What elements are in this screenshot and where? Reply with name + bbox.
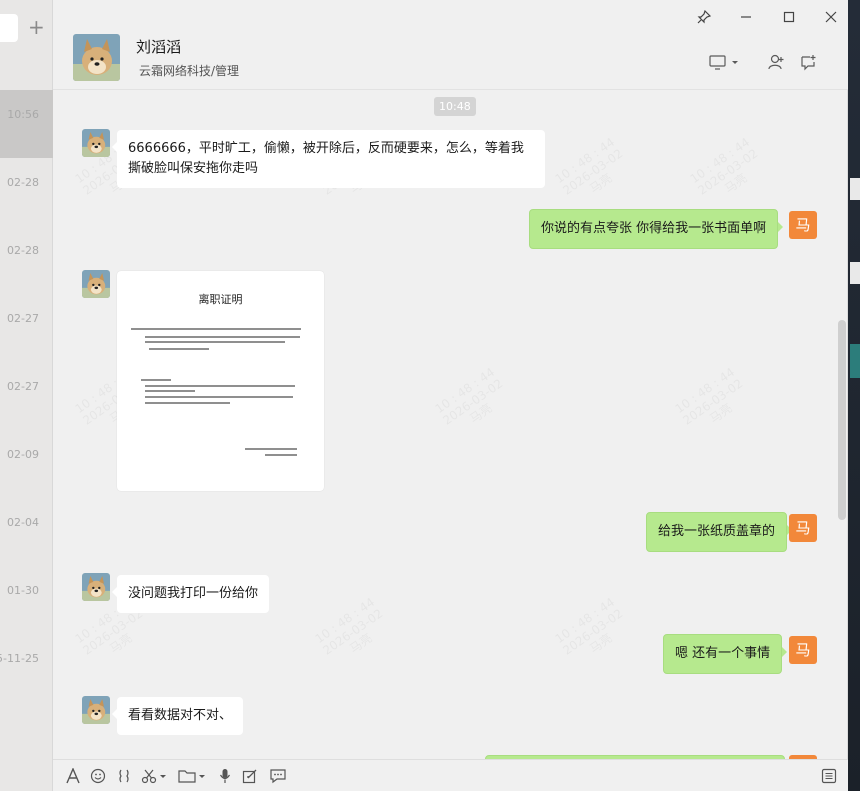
- new-chat-icon[interactable]: [796, 50, 820, 74]
- add-contact-icon[interactable]: [764, 50, 788, 74]
- contact-avatar[interactable]: [82, 573, 110, 601]
- self-avatar[interactable]: 马: [789, 636, 817, 664]
- pin-icon[interactable]: [689, 6, 719, 28]
- add-button[interactable]: +: [28, 14, 45, 40]
- input-toolbar: [53, 759, 848, 791]
- watermark: 10 : 48 : 442026-03-02马亮: [672, 365, 753, 439]
- document-image[interactable]: 离职证明: [117, 271, 324, 491]
- screen-share-icon[interactable]: [707, 50, 743, 74]
- close-icon[interactable]: [816, 6, 846, 28]
- contact-subtitle: 云霜网络科技/管理: [139, 64, 240, 78]
- conversation-time: 25-11-25: [0, 652, 39, 665]
- conversation-item[interactable]: 10:56: [0, 90, 53, 158]
- folder-icon[interactable]: [176, 765, 208, 787]
- edit-icon[interactable]: [240, 765, 260, 787]
- chat-history-icon[interactable]: [267, 765, 289, 787]
- message-bubble[interactable]: 没问题我打印一份给你: [111, 575, 270, 613]
- message-list[interactable]: 10 : 48 : 442026-03-02马亮 10 : 48 : 44202…: [53, 91, 848, 759]
- conversation-item[interactable]: 02-27: [0, 294, 53, 362]
- scissors-icon[interactable]: [140, 765, 170, 787]
- conversation-time: 02-04: [7, 516, 39, 529]
- watermark: 10 : 48 : 442026-03-02马亮: [312, 595, 393, 669]
- conversation-list: + 10:56 02-28 02-28 02-27 02-27 02-09 02…: [0, 0, 53, 791]
- message-bubble[interactable]: 给我一张纸质盖章的: [646, 512, 793, 552]
- conversation-time: 01-30: [7, 584, 39, 597]
- watermark: 10 : 48 : 442026-03-02马亮: [432, 365, 513, 439]
- minimize-icon[interactable]: [731, 6, 761, 28]
- self-avatar[interactable]: 马: [789, 211, 817, 239]
- conversation-time: 10:56: [7, 108, 39, 121]
- conversation-time: 02-27: [7, 312, 39, 325]
- conversation-item[interactable]: 02-27: [0, 362, 53, 430]
- conversation-item[interactable]: 01-30: [0, 566, 53, 634]
- desktop-background: [848, 0, 860, 791]
- menu-icon[interactable]: [819, 765, 839, 787]
- mic-icon[interactable]: [216, 765, 234, 787]
- desktop-icon: [850, 262, 860, 284]
- watermark: 10 : 48 : 442026-03-02马亮: [687, 135, 768, 209]
- contact-avatar[interactable]: [73, 34, 120, 81]
- search-input[interactable]: [0, 14, 18, 42]
- message-bubble[interactable]: 看看数据对不对、: [111, 697, 244, 735]
- font-icon[interactable]: [63, 765, 83, 787]
- watermark: 10 : 48 : 442026-03-02马亮: [552, 595, 633, 669]
- contact-name[interactable]: 刘滔滔: [136, 36, 181, 57]
- desktop-icon: [850, 178, 860, 200]
- chat-header: 刘滔滔 云霜网络科技/管理: [53, 0, 848, 90]
- scrollbar[interactable]: [838, 320, 846, 520]
- contact-avatar[interactable]: [82, 129, 110, 157]
- conversation-time: 02-09: [7, 448, 39, 461]
- conversation-item[interactable]: 02-04: [0, 498, 53, 566]
- conversation-time: 02-28: [7, 244, 39, 257]
- contact-avatar[interactable]: [82, 270, 110, 298]
- self-avatar[interactable]: 马: [789, 514, 817, 542]
- time-separator: 10:48: [434, 97, 476, 116]
- quote-icon[interactable]: [115, 765, 133, 787]
- contact-avatar[interactable]: [82, 696, 110, 724]
- conversation-item[interactable]: 02-28: [0, 226, 53, 294]
- emoji-icon[interactable]: [88, 765, 108, 787]
- conversation-item[interactable]: 25-11-25: [0, 634, 53, 702]
- conversation-item[interactable]: 02-09: [0, 430, 53, 498]
- message-bubble[interactable]: 嗯 还有一个事情: [663, 634, 788, 674]
- conversation-item[interactable]: 02-28: [0, 158, 53, 226]
- maximize-icon[interactable]: [774, 6, 804, 28]
- chat-window: 刘滔滔 云霜网络科技/管理 10 : 48 : 442026-03-02马亮 1…: [53, 0, 848, 791]
- message-bubble[interactable]: 6666666，平时旷工，偷懒，被开除后，反而硬要来，怎么，等着我撕破脸叫保安拖…: [112, 130, 545, 188]
- conversation-time: 02-27: [7, 380, 39, 393]
- desktop-icon: [850, 344, 860, 378]
- conversation-time: 02-28: [7, 176, 39, 189]
- watermark: 10 : 48 : 442026-03-02马亮: [552, 135, 633, 209]
- message-bubble[interactable]: 你说的有点夸张 你得给我一张书面单啊: [529, 209, 784, 249]
- document-title: 离职证明: [198, 293, 243, 306]
